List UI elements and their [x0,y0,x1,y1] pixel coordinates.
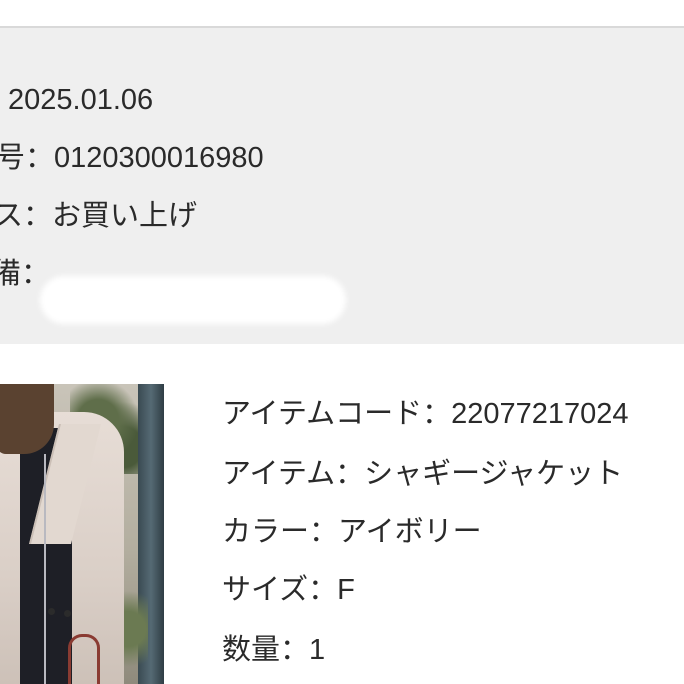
item-code-label: アイテムコード： [222,398,452,430]
order-note-label: 備： [0,258,51,290]
order-status: お買い上げ [52,200,198,232]
order-number: 0120300016980 [54,142,264,174]
item-size-label: サイズ： [222,574,338,606]
order-date: 2025.01.06 [8,84,154,116]
item-qty: 1 [309,634,326,666]
order-status-label: ス： [0,200,53,232]
order-info-panel: 2025.01.06 号：0120300016980 ス：お買い上げ 備： [0,28,684,344]
item-size-line: サイズ：F [222,572,355,608]
item-qty-label: 数量： [222,634,310,666]
item-detail-section: アイテムコード：22077217024 アイテム：シャギージャケット カラー：ア… [0,344,684,684]
order-status-line: ス：お買い上げ [0,198,197,234]
item-size: F [337,574,355,606]
item-code-line: アイテムコード：22077217024 [222,396,629,432]
item-qty-line: 数量：1 [222,632,325,668]
order-date-line: 2025.01.06 [8,82,153,118]
order-number-label: 号： [0,142,55,174]
top-strip [0,0,684,26]
item-name: シャギージャケット [364,458,624,490]
item-name-line: アイテム：シャギージャケット [222,456,623,492]
redaction-mark [40,276,346,324]
item-code: 22077217024 [451,398,629,430]
order-number-line: 号：0120300016980 [0,140,264,176]
item-color-line: カラー：アイボリー [222,514,482,550]
item-color-label: カラー： [222,516,339,548]
item-color: アイボリー [338,516,482,548]
product-photo [0,384,164,684]
item-name-label: アイテム： [222,458,365,490]
